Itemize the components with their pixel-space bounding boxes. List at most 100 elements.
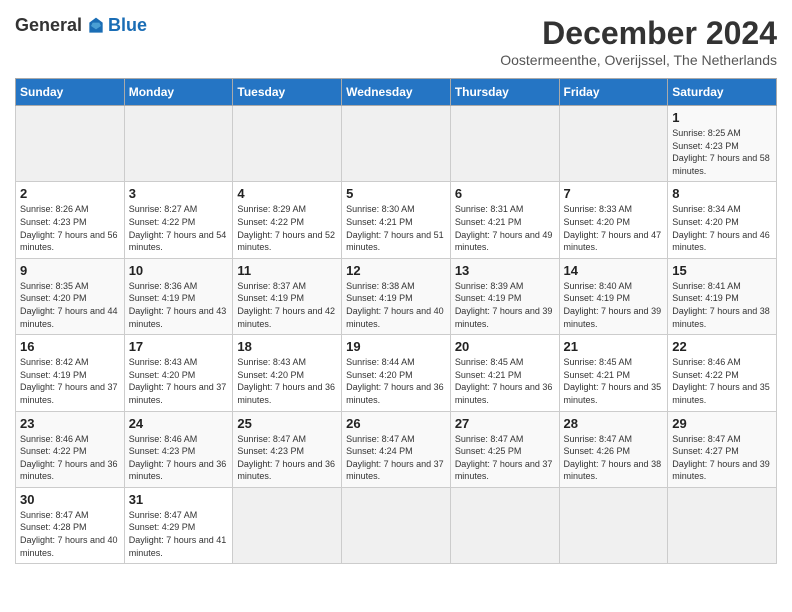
- day-number: 19: [346, 339, 446, 354]
- calendar-cell: 16 Sunrise: 8:42 AMSunset: 4:19 PMDaylig…: [16, 335, 125, 411]
- day-info: Sunrise: 8:47 AMSunset: 4:26 PMDaylight:…: [564, 434, 662, 482]
- calendar-cell: [668, 487, 777, 563]
- day-info: Sunrise: 8:46 AMSunset: 4:23 PMDaylight:…: [129, 434, 227, 482]
- calendar-header-row: Sunday Monday Tuesday Wednesday Thursday…: [16, 79, 777, 106]
- day-info: Sunrise: 8:29 AMSunset: 4:22 PMDaylight:…: [237, 204, 335, 252]
- month-title: December 2024: [500, 15, 777, 52]
- day-number: 12: [346, 263, 446, 278]
- day-number: 31: [129, 492, 229, 507]
- calendar-cell: 29 Sunrise: 8:47 AMSunset: 4:27 PMDaylig…: [668, 411, 777, 487]
- calendar-cell: 14 Sunrise: 8:40 AMSunset: 4:19 PMDaylig…: [559, 258, 668, 334]
- day-info: Sunrise: 8:45 AMSunset: 4:21 PMDaylight:…: [455, 357, 553, 405]
- day-number: 22: [672, 339, 772, 354]
- day-number: 21: [564, 339, 664, 354]
- col-monday: Monday: [124, 79, 233, 106]
- day-number: 1: [672, 110, 772, 125]
- day-number: 7: [564, 186, 664, 201]
- day-info: Sunrise: 8:47 AMSunset: 4:29 PMDaylight:…: [129, 510, 227, 558]
- col-thursday: Thursday: [450, 79, 559, 106]
- day-info: Sunrise: 8:35 AMSunset: 4:20 PMDaylight:…: [20, 281, 118, 329]
- logo-blue-text: Blue: [108, 15, 147, 36]
- day-number: 13: [455, 263, 555, 278]
- calendar-cell: 15 Sunrise: 8:41 AMSunset: 4:19 PMDaylig…: [668, 258, 777, 334]
- logo: General Blue: [15, 15, 147, 36]
- day-number: 14: [564, 263, 664, 278]
- day-info: Sunrise: 8:30 AMSunset: 4:21 PMDaylight:…: [346, 204, 444, 252]
- title-section: December 2024 Oostermeenthe, Overijssel,…: [500, 15, 777, 68]
- calendar-cell: 10 Sunrise: 8:36 AMSunset: 4:19 PMDaylig…: [124, 258, 233, 334]
- calendar-cell: 21 Sunrise: 8:45 AMSunset: 4:21 PMDaylig…: [559, 335, 668, 411]
- day-info: Sunrise: 8:45 AMSunset: 4:21 PMDaylight:…: [564, 357, 662, 405]
- calendar-cell: 2 Sunrise: 8:26 AMSunset: 4:23 PMDayligh…: [16, 182, 125, 258]
- day-info: Sunrise: 8:34 AMSunset: 4:20 PMDaylight:…: [672, 204, 770, 252]
- day-info: Sunrise: 8:42 AMSunset: 4:19 PMDaylight:…: [20, 357, 118, 405]
- day-info: Sunrise: 8:47 AMSunset: 4:27 PMDaylight:…: [672, 434, 770, 482]
- page-header: General Blue December 2024 Oostermeenthe…: [15, 15, 777, 68]
- calendar-cell: [342, 106, 451, 182]
- day-info: Sunrise: 8:33 AMSunset: 4:20 PMDaylight:…: [564, 204, 662, 252]
- calendar-cell: 24 Sunrise: 8:46 AMSunset: 4:23 PMDaylig…: [124, 411, 233, 487]
- logo-icon: [86, 16, 106, 36]
- day-info: Sunrise: 8:46 AMSunset: 4:22 PMDaylight:…: [672, 357, 770, 405]
- calendar-cell: 26 Sunrise: 8:47 AMSunset: 4:24 PMDaylig…: [342, 411, 451, 487]
- day-info: Sunrise: 8:47 AMSunset: 4:25 PMDaylight:…: [455, 434, 553, 482]
- calendar-cell: 17 Sunrise: 8:43 AMSunset: 4:20 PMDaylig…: [124, 335, 233, 411]
- col-saturday: Saturday: [668, 79, 777, 106]
- day-number: 2: [20, 186, 120, 201]
- day-number: 29: [672, 416, 772, 431]
- calendar-week-row: 1 Sunrise: 8:25 AMSunset: 4:23 PMDayligh…: [16, 106, 777, 182]
- day-number: 10: [129, 263, 229, 278]
- calendar-cell: 27 Sunrise: 8:47 AMSunset: 4:25 PMDaylig…: [450, 411, 559, 487]
- day-info: Sunrise: 8:25 AMSunset: 4:23 PMDaylight:…: [672, 128, 770, 176]
- calendar-cell: [559, 487, 668, 563]
- day-number: 3: [129, 186, 229, 201]
- calendar-cell: 28 Sunrise: 8:47 AMSunset: 4:26 PMDaylig…: [559, 411, 668, 487]
- day-info: Sunrise: 8:43 AMSunset: 4:20 PMDaylight:…: [129, 357, 227, 405]
- calendar-cell: 1 Sunrise: 8:25 AMSunset: 4:23 PMDayligh…: [668, 106, 777, 182]
- day-number: 20: [455, 339, 555, 354]
- calendar-cell: 19 Sunrise: 8:44 AMSunset: 4:20 PMDaylig…: [342, 335, 451, 411]
- calendar-cell: [450, 487, 559, 563]
- day-info: Sunrise: 8:40 AMSunset: 4:19 PMDaylight:…: [564, 281, 662, 329]
- day-number: 24: [129, 416, 229, 431]
- day-info: Sunrise: 8:47 AMSunset: 4:28 PMDaylight:…: [20, 510, 118, 558]
- day-info: Sunrise: 8:47 AMSunset: 4:24 PMDaylight:…: [346, 434, 444, 482]
- day-info: Sunrise: 8:46 AMSunset: 4:22 PMDaylight:…: [20, 434, 118, 482]
- calendar-cell: 3 Sunrise: 8:27 AMSunset: 4:22 PMDayligh…: [124, 182, 233, 258]
- calendar-cell: 30 Sunrise: 8:47 AMSunset: 4:28 PMDaylig…: [16, 487, 125, 563]
- calendar-cell: 7 Sunrise: 8:33 AMSunset: 4:20 PMDayligh…: [559, 182, 668, 258]
- day-number: 11: [237, 263, 337, 278]
- day-info: Sunrise: 8:47 AMSunset: 4:23 PMDaylight:…: [237, 434, 335, 482]
- col-sunday: Sunday: [16, 79, 125, 106]
- calendar-cell: [124, 106, 233, 182]
- calendar-cell: [233, 106, 342, 182]
- calendar-table: Sunday Monday Tuesday Wednesday Thursday…: [15, 78, 777, 564]
- day-number: 8: [672, 186, 772, 201]
- day-number: 28: [564, 416, 664, 431]
- day-info: Sunrise: 8:44 AMSunset: 4:20 PMDaylight:…: [346, 357, 444, 405]
- calendar-cell: 31 Sunrise: 8:47 AMSunset: 4:29 PMDaylig…: [124, 487, 233, 563]
- day-info: Sunrise: 8:26 AMSunset: 4:23 PMDaylight:…: [20, 204, 118, 252]
- day-info: Sunrise: 8:43 AMSunset: 4:20 PMDaylight:…: [237, 357, 335, 405]
- calendar-body: 1 Sunrise: 8:25 AMSunset: 4:23 PMDayligh…: [16, 106, 777, 564]
- day-number: 18: [237, 339, 337, 354]
- calendar-cell: [450, 106, 559, 182]
- day-info: Sunrise: 8:41 AMSunset: 4:19 PMDaylight:…: [672, 281, 770, 329]
- calendar-cell: 9 Sunrise: 8:35 AMSunset: 4:20 PMDayligh…: [16, 258, 125, 334]
- day-number: 4: [237, 186, 337, 201]
- day-info: Sunrise: 8:37 AMSunset: 4:19 PMDaylight:…: [237, 281, 335, 329]
- day-info: Sunrise: 8:38 AMSunset: 4:19 PMDaylight:…: [346, 281, 444, 329]
- calendar-cell: [16, 106, 125, 182]
- calendar-cell: 18 Sunrise: 8:43 AMSunset: 4:20 PMDaylig…: [233, 335, 342, 411]
- day-number: 17: [129, 339, 229, 354]
- day-number: 27: [455, 416, 555, 431]
- day-info: Sunrise: 8:31 AMSunset: 4:21 PMDaylight:…: [455, 204, 553, 252]
- day-info: Sunrise: 8:39 AMSunset: 4:19 PMDaylight:…: [455, 281, 553, 329]
- col-friday: Friday: [559, 79, 668, 106]
- calendar-cell: 22 Sunrise: 8:46 AMSunset: 4:22 PMDaylig…: [668, 335, 777, 411]
- calendar-cell: [233, 487, 342, 563]
- day-number: 16: [20, 339, 120, 354]
- day-info: Sunrise: 8:27 AMSunset: 4:22 PMDaylight:…: [129, 204, 227, 252]
- day-number: 9: [20, 263, 120, 278]
- day-number: 15: [672, 263, 772, 278]
